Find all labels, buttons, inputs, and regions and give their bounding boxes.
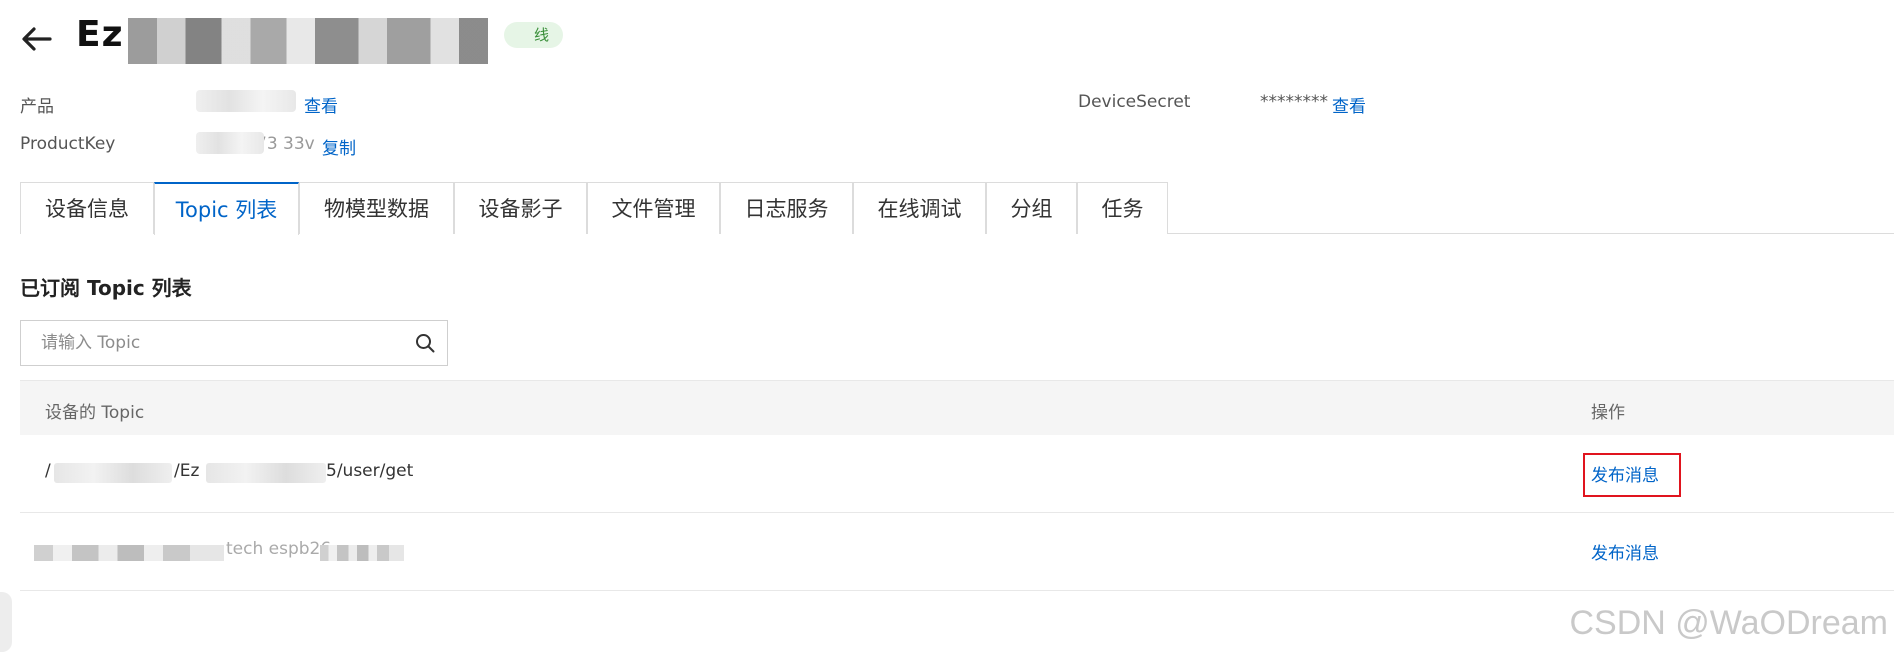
topic-cell-mid: /Ez [174,461,200,481]
topic-search-box [20,320,448,366]
productkey-label: ProductKey [20,134,116,154]
redacted-topic-part [320,545,404,561]
device-title: Ez [76,14,124,55]
tab-file-management[interactable]: 文件管理 [587,182,720,234]
column-header-topic: 设备的 Topic [45,403,145,423]
tab-device-shadow[interactable]: 设备影子 [454,182,587,234]
tab-task[interactable]: 任务 [1077,182,1168,234]
tab-online-debug[interactable]: 在线调试 [853,182,986,234]
publish-message-link[interactable]: 发布消息 [1591,539,1659,564]
devicesecret-view-link[interactable]: 查看 [1332,92,1366,117]
tab-log-service[interactable]: 日志服务 [720,182,853,234]
column-header-action: 操作 [1591,403,1625,423]
topic-cell-start: / [45,461,51,481]
productkey-copy-link[interactable]: 复制 [322,134,356,159]
topic-cell-end: 5/user/get [326,461,414,481]
redacted-topic-part [206,463,326,483]
redacted-productkey [196,132,264,154]
side-collapse-handle[interactable] [0,592,12,652]
status-badge: 线 [504,22,564,48]
table-row: / /Ez 5/user/get 发布消息 [20,435,1894,513]
product-view-link[interactable]: 查看 [304,92,338,117]
back-arrow-icon[interactable] [20,22,54,56]
devicesecret-value: ******** [1260,92,1328,112]
tab-group[interactable]: 分组 [986,182,1077,234]
product-label: 产品 [20,97,54,117]
redacted-topic-part [54,463,172,483]
tab-topic-list[interactable]: Topic 列表 [154,182,299,235]
table-header: 设备的 Topic 操作 [20,380,1894,437]
subscribed-topic-title: 已订阅 Topic 列表 [20,276,192,300]
device-detail-page: Ez 线 产品 查看 ProductKey 73 33v 复制 DeviceSe… [0,0,1894,655]
publish-message-link[interactable]: 发布消息 [1591,461,1659,486]
redacted-topic-part [34,545,224,561]
devicesecret-label: DeviceSecret [1078,92,1191,112]
tab-thing-model-data[interactable]: 物模型数据 [299,182,454,234]
topic-search-input[interactable] [41,321,411,365]
redacted-product-name [196,90,296,112]
search-icon[interactable] [415,333,435,353]
redacted-device-name [128,18,488,64]
productkey-partial: 73 33v [256,134,315,154]
tab-device-info[interactable]: 设备信息 [20,182,154,234]
topic-cell-visible: tech espb26 [226,539,332,559]
table-row: tech espb26 发布消息 [20,513,1894,591]
watermark: CSDN @WaODream [1569,604,1888,642]
